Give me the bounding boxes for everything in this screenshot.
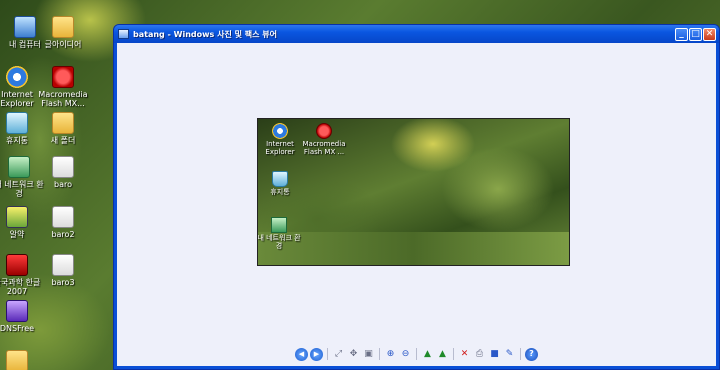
print-icon: ⎙ — [475, 348, 484, 359]
help-icon: ? — [529, 349, 534, 358]
actual-size-button[interactable]: ✥ — [347, 348, 360, 361]
viewer-toolbar: ◀ ▶ ⤢ ✥ ▣ ⊕ ⊖ ▲ ▲ ✕ ⎙ ■ ✎ ? — [117, 346, 716, 362]
hangul-app-icon — [6, 254, 28, 276]
minimize-icon: _ — [679, 28, 684, 39]
dnsfree-icon — [6, 300, 28, 322]
desktop-icon-flash[interactable]: Macromedia Flash MX... — [36, 66, 90, 108]
rotate-clockwise-button[interactable]: ▲ — [421, 348, 434, 361]
viewer-client-area: Internet Explorer Macromedia Flash MX ..… — [117, 43, 716, 366]
desktop-icon-label: 한국과학 한글 2007 — [0, 278, 41, 296]
desktop-icon-label: DNSFree — [0, 324, 35, 333]
photo-viewer-icon — [118, 29, 129, 39]
image-file-icon — [52, 156, 74, 178]
close-button[interactable]: ✕ — [703, 27, 716, 41]
next-image-button[interactable]: ▶ — [310, 347, 323, 361]
desktop-icon-label: baro3 — [51, 278, 75, 287]
rotate-counterclockwise-button[interactable]: ▲ — [436, 348, 449, 361]
image-file-icon — [52, 206, 74, 228]
zoom-out-icon: ⊖ — [401, 348, 410, 359]
desktop-icon-baro2[interactable]: baro2 — [38, 206, 88, 239]
flash-icon — [316, 123, 332, 139]
save-icon: ■ — [490, 348, 499, 359]
toolbar-separator — [327, 348, 328, 360]
save-button[interactable]: ■ — [488, 348, 501, 361]
previous-image-button[interactable]: ◀ — [295, 347, 308, 361]
image-icon-label: 내 네트워크 환경 — [257, 234, 301, 250]
slideshow-button[interactable]: ▣ — [362, 348, 375, 361]
edit-button[interactable]: ✎ — [503, 348, 516, 361]
best-fit-icon: ⤢ — [334, 348, 343, 359]
desktop-icon-label: 글아이디어 — [44, 40, 82, 49]
folder-icon — [52, 112, 74, 134]
desktop-icon-label: 알약 — [9, 230, 25, 239]
desktop-icon-recycle-bin[interactable]: 휴지통 — [0, 112, 42, 145]
minimize-button[interactable]: _ — [675, 27, 688, 41]
antivirus-icon — [6, 206, 28, 228]
image-icon-label: Macromedia Flash MX ... — [302, 140, 346, 156]
recycle-bin-icon — [6, 112, 28, 134]
close-icon: ✕ — [705, 28, 714, 39]
slideshow-icon: ▣ — [364, 348, 373, 359]
desktop-icon-label: baro — [54, 180, 72, 189]
network-icon — [8, 156, 30, 178]
maximize-button[interactable]: □ — [689, 27, 702, 41]
folder-icon — [52, 16, 74, 38]
best-fit-button[interactable]: ⤢ — [332, 348, 345, 361]
desktop-icon-label: 새 폴더 — [50, 136, 76, 145]
previous-icon: ◀ — [298, 349, 305, 358]
help-button[interactable]: ? — [525, 347, 538, 361]
image-icon-flash: Macromedia Flash MX ... — [298, 123, 350, 156]
image-file-icon — [52, 254, 74, 276]
title-bar[interactable]: batang - Windows 사진 및 팩스 뷰어 _ □ ✕ — [114, 25, 719, 43]
desktop-icon-hangul[interactable]: 한국과학 한글 2007 — [0, 254, 42, 296]
desktop-icon-dnsfree[interactable]: DNSFree — [0, 300, 42, 333]
toolbar-separator — [453, 348, 454, 360]
desktop-icon-baro3[interactable]: baro3 — [38, 254, 88, 287]
folder-icon — [6, 350, 28, 370]
recycle-bin-icon — [272, 171, 288, 187]
toolbar-separator — [416, 348, 417, 360]
maximize-icon: □ — [691, 28, 700, 39]
network-icon — [271, 217, 287, 233]
flash-icon — [52, 66, 74, 88]
computer-icon — [14, 16, 36, 38]
zoom-in-button[interactable]: ⊕ — [384, 348, 397, 361]
desktop-icon-new-folder[interactable]: 새 폴더 — [38, 112, 88, 145]
actual-size-icon: ✥ — [349, 348, 358, 359]
photo-viewer-window: batang - Windows 사진 및 팩스 뷰어 _ □ ✕ Intern… — [113, 24, 720, 370]
desktop-icon-label: baro2 — [51, 230, 75, 239]
print-button[interactable]: ⎙ — [473, 348, 486, 361]
image-icon-label: Internet Explorer — [265, 140, 295, 156]
desktop-icon-folder-idea[interactable]: 글아이디어 — [38, 16, 88, 49]
desktop-icon-folder-partial[interactable] — [0, 350, 42, 370]
displayed-image: Internet Explorer Macromedia Flash MX ..… — [257, 118, 570, 266]
zoom-out-button[interactable]: ⊖ — [399, 348, 412, 361]
window-title: batang - Windows 사진 및 팩스 뷰어 — [133, 29, 277, 39]
image-taskbar-strip — [258, 232, 569, 265]
delete-button[interactable]: ✕ — [458, 348, 471, 361]
desktop-icon-baro[interactable]: baro — [38, 156, 88, 189]
toolbar-separator — [520, 348, 521, 360]
image-icon-recycle-bin: 휴지통 — [258, 171, 302, 196]
delete-icon: ✕ — [460, 348, 469, 359]
next-icon: ▶ — [313, 349, 320, 358]
rotate-counterclockwise-icon: ▲ — [439, 348, 446, 359]
toolbar-separator — [379, 348, 380, 360]
desktop-icon-label: Macromedia Flash MX... — [38, 90, 88, 108]
image-icon-network: 내 네트워크 환경 — [257, 217, 302, 250]
rotate-clockwise-icon: ▲ — [424, 348, 431, 359]
zoom-in-icon: ⊕ — [386, 348, 395, 359]
desktop-icon-label: 휴지통 — [5, 136, 29, 145]
edit-icon: ✎ — [505, 348, 514, 359]
desktop-icon-alyac[interactable]: 알약 — [0, 206, 42, 239]
image-icon-internet-explorer: Internet Explorer — [258, 123, 302, 156]
internet-explorer-icon — [6, 66, 28, 88]
internet-explorer-icon — [272, 123, 288, 139]
image-icon-label: 휴지통 — [270, 188, 290, 196]
